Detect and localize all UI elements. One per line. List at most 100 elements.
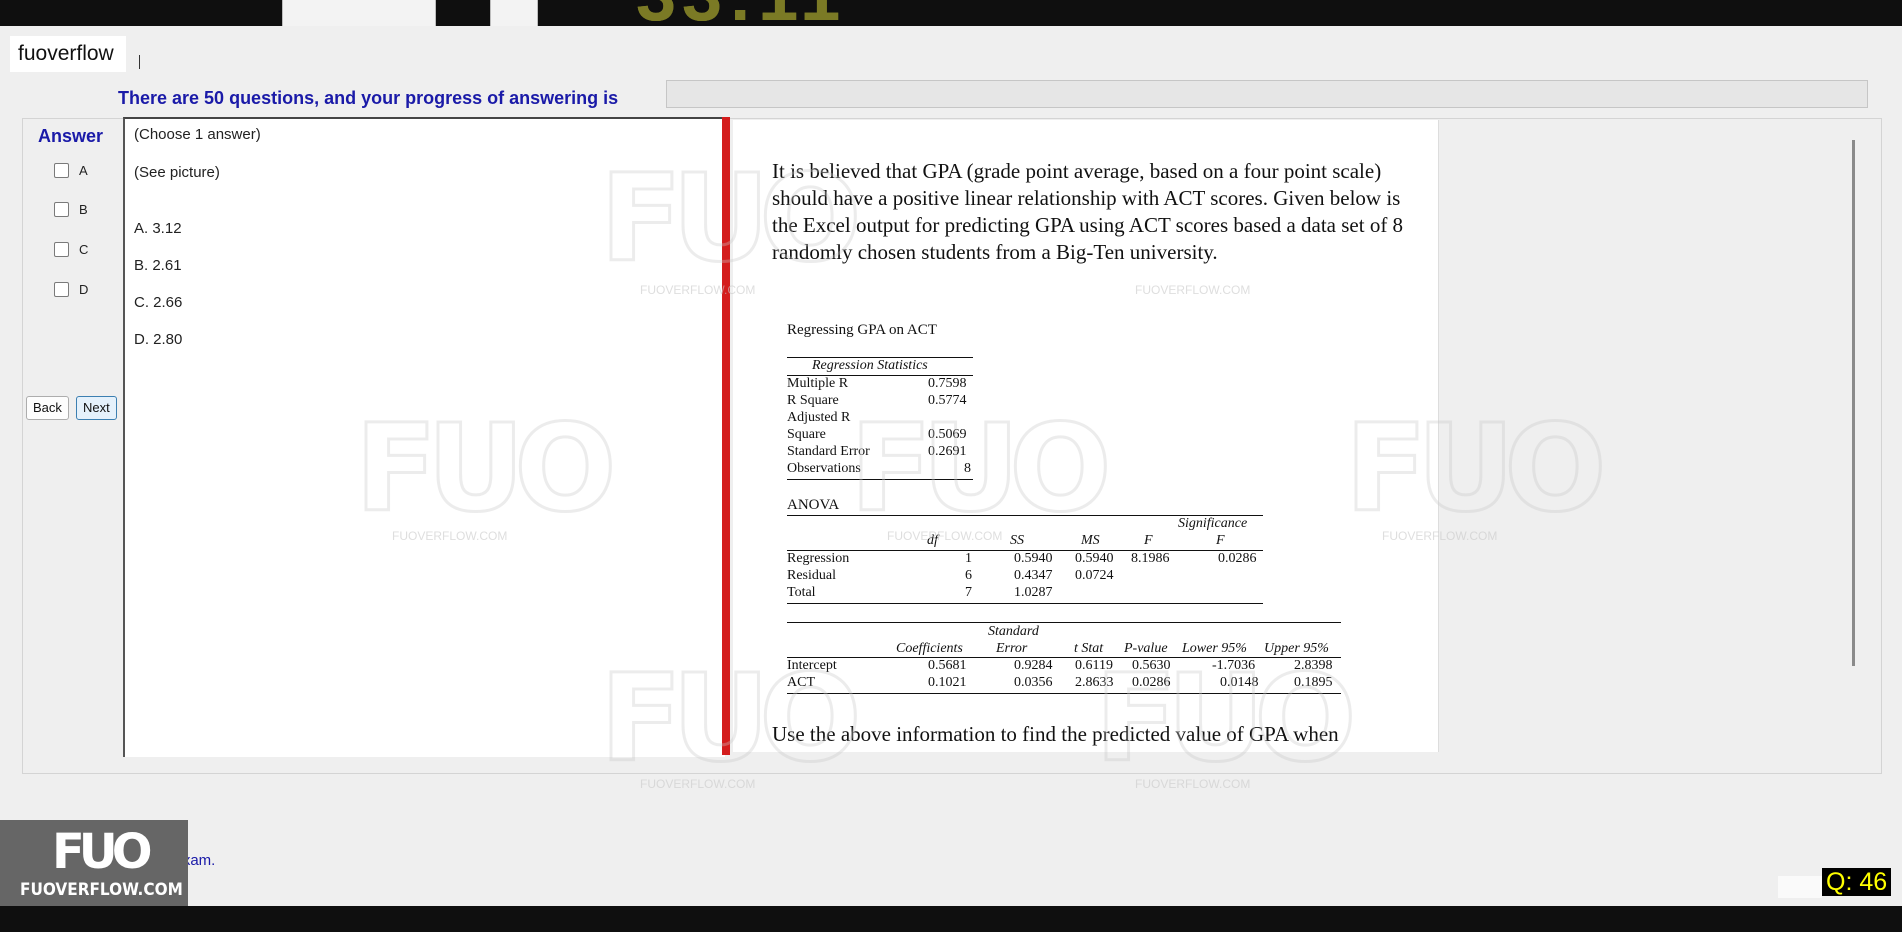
coef-header-lo: Lower 95% [1182,641,1247,656]
coef-t: 2.8633 [1075,675,1114,690]
anova-ss: 1.0287 [1014,585,1053,600]
stat-label: Square [787,427,826,442]
stat-label: Multiple R [787,376,849,391]
checkbox-a[interactable] [54,163,69,178]
anova-row-name: Total [787,585,816,600]
rule [787,603,1263,604]
anova-header-f: F [1144,533,1153,548]
anova-ss: 0.5940 [1014,551,1053,566]
anova-header-sig-f: F [1216,533,1225,548]
rule [787,622,1341,623]
rule [787,479,973,480]
option-label: C [79,242,89,257]
status-field [1778,876,1822,898]
see-picture-label: (See picture) [134,164,220,181]
answer-option-b[interactable]: B [54,202,88,217]
coef-row-name: ACT [787,675,815,690]
coef-header-t: t Stat [1074,641,1104,656]
stat-label: R Square [787,393,839,408]
coef-lo: 0.0148 [1220,675,1259,690]
coef-header-p: P-value [1124,641,1168,656]
question-instruction: (Choose 1 answer) [134,126,261,143]
brand-label: fuoverflow [10,36,126,72]
logo-text: FUOVERFLOW.COM [20,880,183,900]
anova-row-name: Residual [787,568,836,583]
stat-label: Observations [787,461,861,476]
anova-header-df: df [927,533,938,548]
question-counter: Q: 46 [1822,868,1892,896]
option-label: D [79,282,89,297]
option-label: B [79,202,88,217]
anova-df: 7 [965,585,972,600]
option-label: A [79,163,88,178]
anova-header-ms: MS [1081,533,1100,548]
coef-t: 0.6119 [1075,658,1113,673]
stat-value: 0.5774 [928,393,967,408]
progress-bar [666,80,1868,108]
anova-ms: 0.5940 [1075,551,1114,566]
fuoverflow-logo: FUO FUOVERFLOW.COM [0,820,188,906]
picture-intro: It is believed that GPA (grade point ave… [772,159,1404,264]
coef-header-se2: Error [996,641,1028,656]
reg-stats-header: Regression Statistics [812,358,928,373]
choice-a: A. 3.12 [134,220,182,237]
anova-ss: 0.4347 [1014,568,1053,583]
answer-option-c[interactable]: C [54,242,88,257]
top-field-small [490,0,538,29]
image-scroll-area [1438,120,1864,752]
choice-c: C. 2.66 [134,294,183,311]
stat-label: Adjusted R [787,410,851,425]
stat-value: 0.2691 [928,444,967,459]
scrollbar[interactable] [1852,140,1855,666]
coef-header-coef: Coefficients [896,641,963,656]
logo-mark: FUO [52,824,153,880]
coef-se: 0.0356 [1014,675,1053,690]
regression-title: Regressing GPA on ACT [787,322,937,338]
answer-option-d[interactable]: D [54,282,88,297]
coef-header-se1: Standard [988,624,1039,639]
coef-lo: -1.7036 [1212,658,1256,673]
anova-label: ANOVA [787,497,840,513]
anova-header-sig: Significance [1178,516,1248,531]
anova-sig: 0.0286 [1218,551,1257,566]
coef-row-name: Intercept [787,658,837,673]
timer-display: 33:11 [636,0,846,32]
stat-value: 0.7598 [928,376,967,391]
picture-outro: Use the above information to find the pr… [772,722,1339,746]
stat-value: 0.5069 [928,427,967,442]
anova-ms: 0.0724 [1075,568,1114,583]
coef-se: 0.9284 [1014,658,1053,673]
anova-df: 1 [965,551,972,566]
coef-up: 2.8398 [1294,658,1333,673]
back-button[interactable]: Back [26,396,69,420]
choice-b: B. 2.61 [134,257,182,274]
coef-header-up: Upper 95% [1264,641,1329,656]
stat-value: 8 [964,461,971,476]
rule [787,657,1341,658]
coef-value: 0.5681 [928,658,967,673]
checkbox-b[interactable] [54,202,69,217]
stat-label: Standard Error [787,444,870,459]
question-text-box [123,117,725,757]
checkbox-d[interactable] [54,282,69,297]
answer-header: Answer [38,126,104,146]
rule [787,693,1341,694]
answer-option-a[interactable]: A [54,163,88,178]
coef-value: 0.1021 [928,675,967,690]
progress-label: There are 50 questions, and your progres… [118,88,619,108]
anova-header-ss: SS [1010,533,1024,548]
choice-d: D. 2.80 [134,331,183,348]
bottom-bar [0,906,1902,932]
coef-up: 0.1895 [1294,675,1333,690]
checkbox-c[interactable] [54,242,69,257]
top-field [282,0,436,29]
anova-row-name: Regression [787,551,850,566]
anova-f: 8.1986 [1131,551,1170,566]
coef-p: 0.5630 [1132,658,1171,673]
splitter-bar[interactable] [722,117,730,755]
top-bar: 33:11 [0,0,1902,32]
anova-df: 6 [965,568,972,583]
text-caret [139,55,140,69]
coef-p: 0.0286 [1132,675,1171,690]
next-button[interactable]: Next [76,396,117,420]
